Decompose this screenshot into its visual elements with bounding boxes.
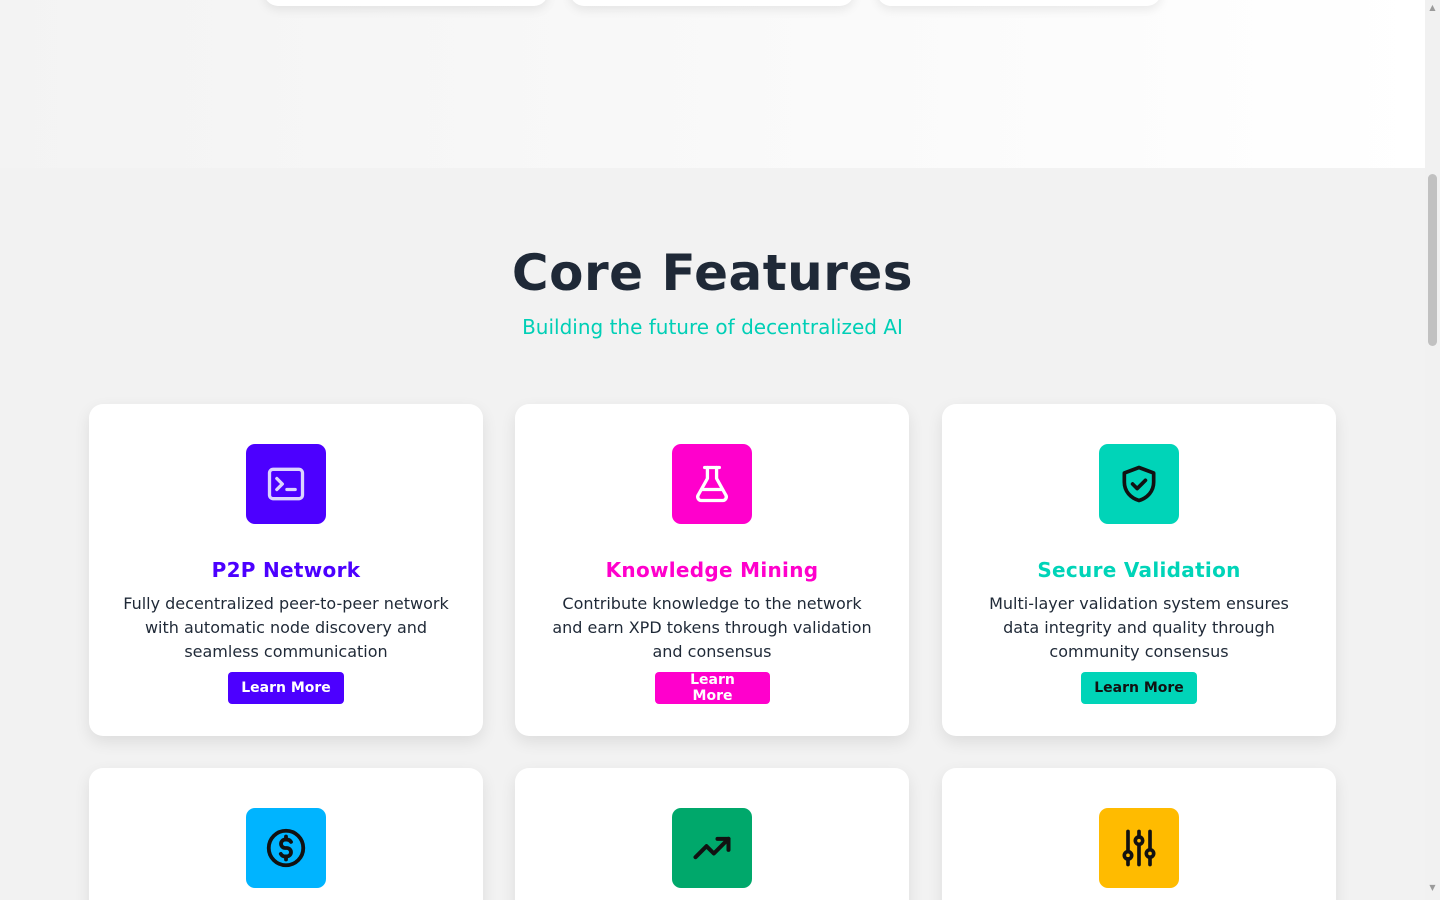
learn-more-button[interactable]: Learn More [655,672,770,704]
scrollbar-thumb[interactable] [1428,174,1437,346]
card-description: Fully decentralized peer-to-peer network… [123,594,449,661]
beaker-icon [672,444,752,524]
learn-more-button[interactable]: Learn More [1081,672,1197,704]
card-title: P2P Network [211,558,361,582]
card-title: Knowledge Mining [605,558,819,582]
scroll-down-arrow-icon[interactable]: ▼ [1428,883,1437,892]
feature-card-knowledge-mining: Knowledge Mining Contribute knowledge to… [515,404,909,736]
scroll-up-arrow-icon[interactable]: ▲ [1428,3,1437,12]
section-subtitle: Building the future of decentralized AI [522,315,903,339]
section-title: Core Features [511,244,914,302]
sliders-icon [1099,808,1179,888]
feature-card [89,768,483,900]
shield-check-icon [1099,444,1179,524]
feature-card-p2p-network: P2P Network Fully decentralized peer-to-… [89,404,483,736]
previous-card-bottom [570,0,854,6]
vertical-scrollbar[interactable]: ▲ ▼ [1425,0,1440,900]
previous-section-band [0,0,1425,168]
learn-more-button[interactable]: Learn More [228,672,344,704]
card-description: Contribute knowledge to the network and … [552,594,872,661]
core-features-section: Core Features Building the future of dec… [0,168,1425,900]
feature-card [515,768,909,900]
trending-up-icon [672,808,752,888]
previous-card-bottom [877,0,1161,6]
terminal-icon [246,444,326,524]
feature-card [942,768,1336,900]
dollar-circle-icon [246,808,326,888]
previous-card-bottom [264,0,548,6]
card-title: Secure Validation [1037,558,1241,582]
card-description: Multi-layer validation system ensures da… [989,594,1289,661]
feature-card-secure-validation: Secure Validation Multi-layer validation… [942,404,1336,736]
